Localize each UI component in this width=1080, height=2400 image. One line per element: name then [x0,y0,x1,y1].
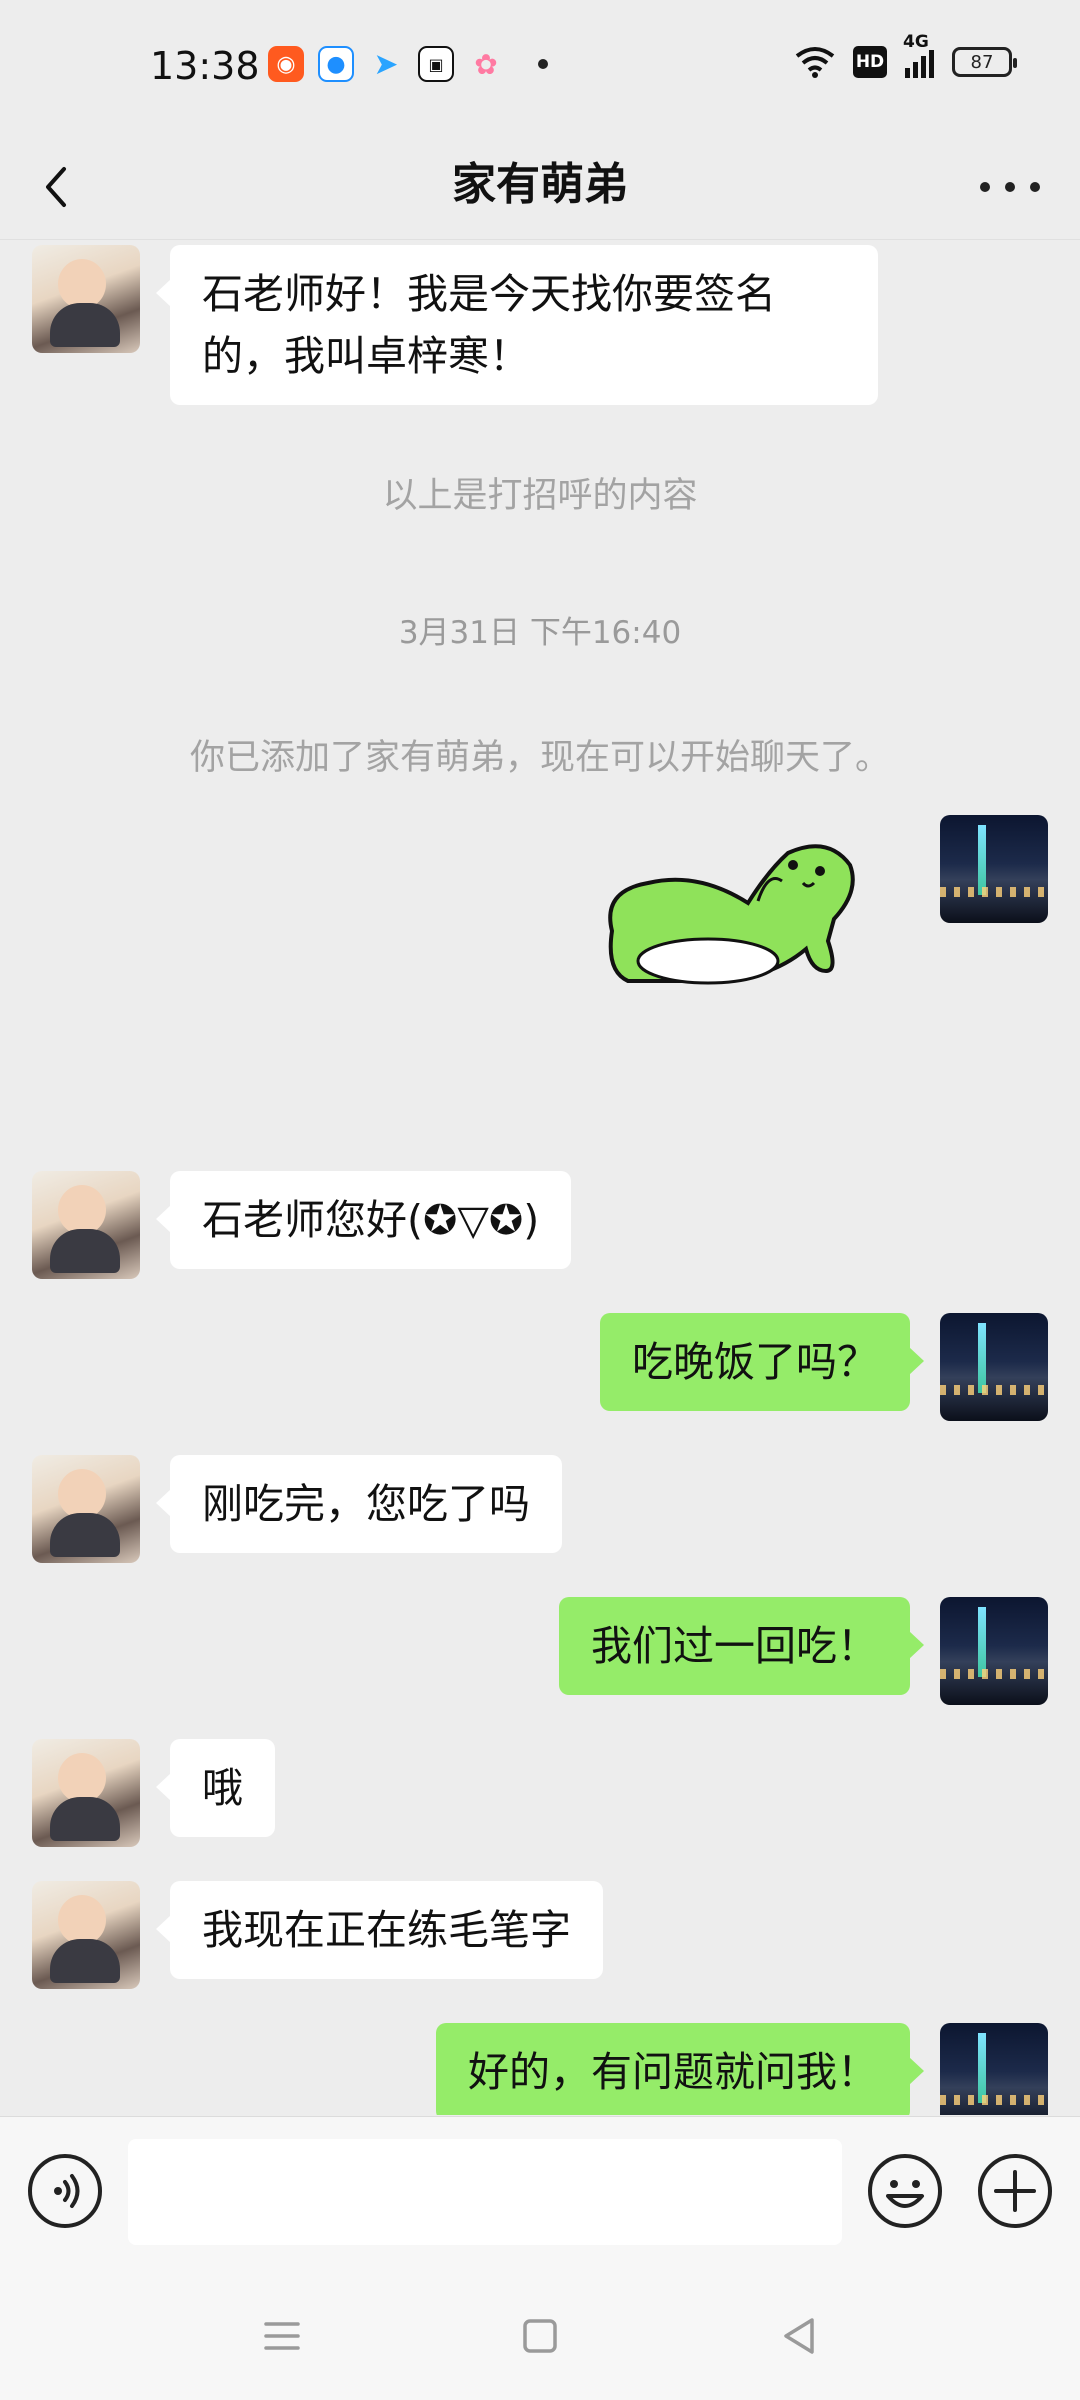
wifi-icon [795,47,835,78]
send-icon: ➤ [373,46,399,82]
message-bubble-sent[interactable]: 我们过一回吃！ [559,1597,924,1695]
my-avatar[interactable] [940,2023,1048,2115]
kuaishou-icon: ◉ [268,46,304,82]
battery-icon: 87 [952,47,1017,77]
message-bubble-received[interactable]: 刚吃完，您吃了吗 [156,1455,562,1553]
message-bubble-received[interactable]: 石老师好！我是今天找你要签名的，我叫卓梓寒！ [156,245,878,405]
network-type-label: 4G [903,32,929,52]
home-icon[interactable] [510,2306,570,2366]
my-avatar[interactable] [940,1597,1048,1705]
video-app-icon: ▣ [418,46,454,82]
contact-avatar[interactable] [32,1739,140,1847]
status-time: 13:38 [150,44,260,88]
green-seal-sticker[interactable] [598,831,858,1006]
chat-header: 家有萌弟 [0,135,1080,240]
system-navigation-bar [0,2276,1080,2400]
emoji-icon[interactable] [868,2154,942,2228]
browser-icon: ● [318,46,354,82]
message-bubble-received[interactable]: 石老师您好(✪▽✪) [155,1171,572,1269]
hd-icon: HD [853,46,887,78]
system-message: 你已添加了家有萌弟，现在可以开始聊天了。 [189,738,890,778]
cloud-app-icon: ✿ [474,47,498,81]
signal-icon: 4G [903,32,934,78]
menu-icon[interactable] [252,2306,312,2366]
message-list[interactable]: 石老师好！我是今天找你要签名的，我叫卓梓寒！ 以上是打招呼的内容 3月31日 下… [0,241,1080,2115]
plus-icon[interactable] [978,2154,1052,2228]
system-message: 以上是打招呼的内容 [382,476,698,516]
timestamp: 3月31日 下午16:40 [398,615,682,651]
message-bubble-received[interactable]: 我现在正在练毛笔字 [156,1881,603,1979]
message-input[interactable] [128,2139,842,2245]
chat-title: 家有萌弟 [452,159,628,210]
message-bubble-sent[interactable]: 好的，有问题就问我！ [436,2023,924,2115]
contact-avatar[interactable] [32,1455,140,1563]
status-right: HD 4G 87 [795,32,1017,78]
message-bubble-received[interactable]: 哦 [156,1739,275,1837]
voice-input-icon[interactable] [28,2154,102,2228]
message-bubble-sent[interactable]: 吃晚饭了吗？ [600,1313,924,1411]
contact-avatar[interactable] [32,245,140,353]
back-triangle-icon[interactable] [770,2306,830,2366]
input-bar [0,2116,1080,2276]
status-bar: 13:38 ◉ ● ➤ ▣ ✿ HD 4G 87 [0,0,1080,135]
more-notifications-dot [538,59,548,69]
more-options-icon[interactable] [980,165,1040,209]
contact-avatar[interactable] [32,1881,140,1989]
my-avatar[interactable] [940,1313,1048,1421]
my-avatar[interactable] [940,815,1048,923]
notification-icons: ◉ ● ➤ ▣ ✿ [268,46,548,82]
contact-avatar[interactable] [32,1171,140,1279]
